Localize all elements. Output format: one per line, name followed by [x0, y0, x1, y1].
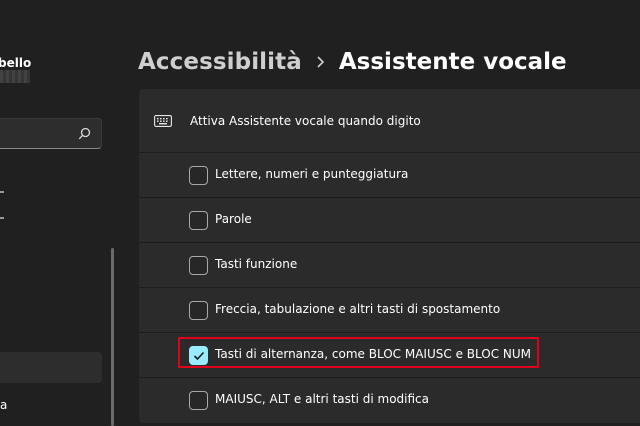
option-row[interactable]: Parole	[139, 197, 640, 242]
option-label[interactable]: MAIUSC, ALT e altri tasti di modifica	[215, 392, 429, 406]
user-name: bello	[0, 56, 32, 70]
breadcrumb-parent[interactable]: Accessibilità	[138, 49, 302, 75]
sidebar: bello a	[0, 0, 115, 426]
option-checkbox[interactable]	[189, 391, 208, 410]
option-row[interactable]: MAIUSC, ALT e altri tasti di modifica	[139, 377, 640, 422]
sidebar-item-selected[interactable]	[0, 352, 102, 383]
option-checkbox[interactable]	[189, 166, 208, 185]
option-checkbox[interactable]	[189, 301, 208, 320]
chevron-right-icon	[317, 56, 325, 68]
sidebar-item-marker[interactable]	[0, 217, 4, 219]
option-row[interactable]: Lettere, numeri e punteggiatura	[139, 152, 640, 197]
keyboard-icon	[154, 115, 172, 127]
checkmark-icon	[193, 351, 205, 361]
option-label[interactable]: Tasti di alternanza, come BLOC MAIUSC e …	[215, 347, 531, 361]
option-label[interactable]: Freccia, tabulazione e altri tasti di sp…	[215, 302, 500, 316]
option-row[interactable]: Tasti di alternanza, come BLOC MAIUSC e …	[139, 332, 640, 377]
option-checkbox[interactable]	[189, 256, 208, 275]
option-checkbox-checked[interactable]	[189, 346, 208, 365]
sidebar-item-marker[interactable]	[0, 191, 4, 193]
breadcrumb: Accessibilità Assistente vocale	[138, 44, 567, 80]
sidebar-scrollbar[interactable]	[111, 248, 114, 426]
option-label[interactable]: Tasti funzione	[215, 257, 297, 271]
option-row[interactable]: Tasti funzione	[139, 242, 640, 287]
option-checkbox[interactable]	[189, 211, 208, 230]
settings-panel: Attiva Assistente vocale quando digito L…	[139, 89, 640, 423]
page-title: Assistente vocale	[338, 49, 567, 75]
panel-header: Attiva Assistente vocale quando digito	[139, 89, 640, 152]
option-label[interactable]: Lettere, numeri e punteggiatura	[215, 167, 408, 181]
option-row[interactable]: Freccia, tabulazione e altri tasti di sp…	[139, 287, 640, 332]
panel-header-label: Attiva Assistente vocale quando digito	[190, 114, 421, 128]
search-input[interactable]	[0, 118, 102, 149]
option-label[interactable]: Parole	[215, 212, 252, 226]
search-icon	[78, 127, 91, 140]
user-email-redacted	[0, 70, 30, 83]
sidebar-item-label[interactable]: a	[0, 398, 7, 412]
